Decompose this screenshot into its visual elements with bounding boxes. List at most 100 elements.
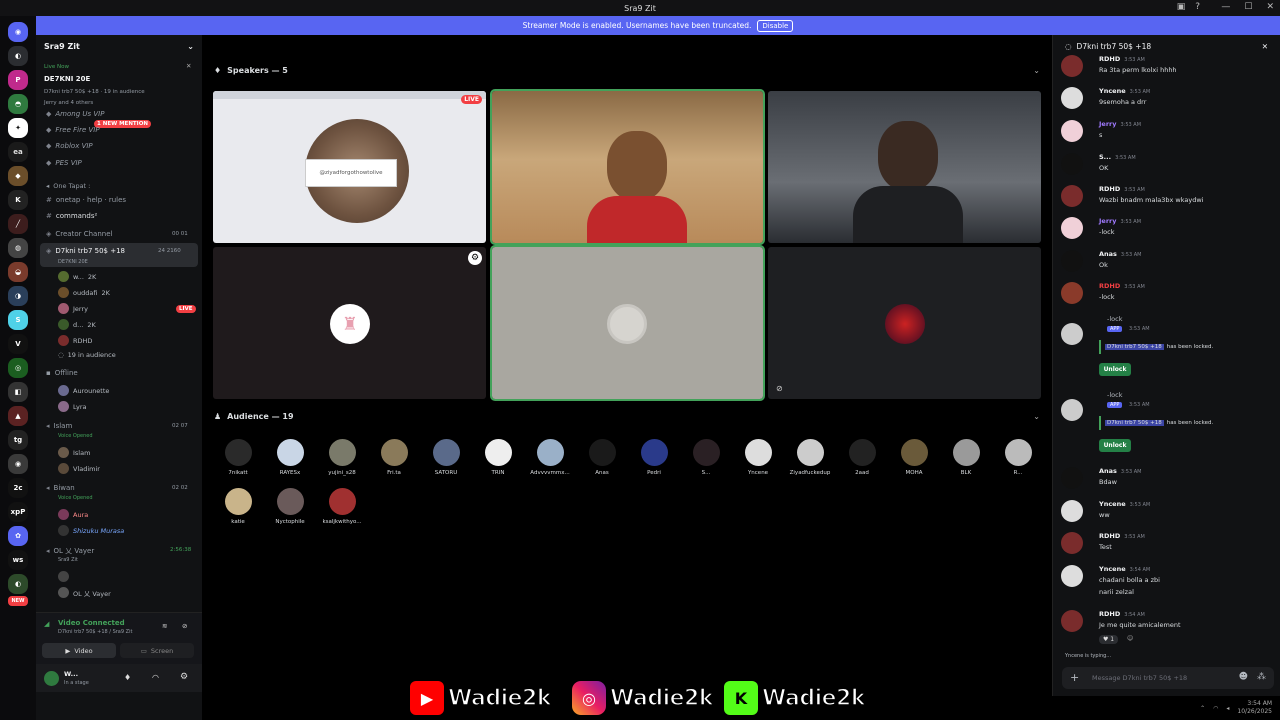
- server-icon[interactable]: ╱: [8, 214, 28, 234]
- server-badge[interactable]: ea: [8, 142, 28, 162]
- offline-user[interactable]: Lyra: [58, 401, 87, 412]
- audience-member[interactable]: yujini_s28: [317, 439, 367, 476]
- avatar[interactable]: [1061, 55, 1083, 77]
- audience-count[interactable]: ◌ 19 in audience: [58, 351, 116, 359]
- speaker-tile-avatar[interactable]: ♜ ⚙: [213, 247, 486, 399]
- video-button[interactable]: ▶ Video: [42, 643, 116, 658]
- audience-member[interactable]: Advvvvmmx...: [525, 439, 575, 476]
- audience-member[interactable]: 2aad: [837, 439, 887, 476]
- audience-member[interactable]: RAYESx: [265, 439, 315, 476]
- speakers-header[interactable]: ♦ Speakers — 5: [214, 66, 288, 75]
- audience-member[interactable]: Anas: [577, 439, 627, 476]
- avatar[interactable]: [1061, 217, 1083, 239]
- speaker-tile-camera[interactable]: [490, 89, 765, 245]
- voice-user[interactable]: Shizuku Murasa: [58, 525, 124, 536]
- add-attachment-icon[interactable]: +: [1070, 671, 1079, 684]
- minimize-icon[interactable]: —: [1221, 2, 1230, 12]
- voice-user[interactable]: OL 乂 Vayer: [58, 587, 111, 598]
- server-icon[interactable]: ◐: [8, 46, 28, 66]
- add-reaction-icon[interactable]: ☺: [1127, 635, 1133, 642]
- server-icon[interactable]: ◆: [8, 166, 28, 186]
- server-badge[interactable]: 2c: [8, 478, 28, 498]
- audience-member[interactable]: SATORU: [421, 439, 471, 476]
- channel-roblox[interactable]: ◆ Roblox VIP: [46, 142, 93, 150]
- voice-user[interactable]: Jerry: [58, 303, 88, 314]
- voice-user[interactable]: Aura: [58, 509, 88, 520]
- audience-member[interactable]: katie: [213, 488, 263, 525]
- reaction[interactable]: ♥ 1: [1099, 635, 1119, 644]
- headphones-icon[interactable]: ◠: [152, 673, 159, 682]
- server-icon[interactable]: S: [8, 310, 28, 330]
- audience-member[interactable]: Pedri: [629, 439, 679, 476]
- voice-user[interactable]: [58, 571, 69, 582]
- microphone-icon[interactable]: ♦: [124, 673, 131, 682]
- server-icon[interactable]: P: [8, 70, 28, 90]
- live-channel[interactable]: DE7KNI 20E: [44, 75, 90, 83]
- channel-freefire[interactable]: ◆ Free Fire VIP: [46, 126, 100, 134]
- server-icon[interactable]: ▲: [8, 406, 28, 426]
- server-icon[interactable]: ◐: [8, 574, 28, 594]
- voice-user[interactable]: RDHD: [58, 335, 92, 346]
- server-icon[interactable]: ✦: [8, 118, 28, 138]
- avatar[interactable]: [1061, 610, 1083, 632]
- disable-button[interactable]: Disable: [757, 19, 794, 32]
- screen-button[interactable]: ▭ Screen: [120, 643, 194, 658]
- server-badge[interactable]: ws: [8, 550, 28, 570]
- avatar[interactable]: [1061, 282, 1083, 304]
- close-icon[interactable]: ✕: [1262, 42, 1268, 51]
- emoji-icon[interactable]: ☻: [1239, 672, 1248, 682]
- avatar[interactable]: [1061, 250, 1083, 272]
- avatar[interactable]: [1061, 87, 1083, 109]
- voice-user[interactable]: w... 2K: [58, 271, 96, 282]
- audience-header[interactable]: ♟ Audience — 19: [214, 412, 294, 421]
- maximize-icon[interactable]: ☐: [1244, 2, 1252, 12]
- close-window-icon[interactable]: ✕: [1266, 2, 1274, 12]
- audience-member[interactable]: BLK: [941, 439, 991, 476]
- chevron-down-icon[interactable]: ⌄: [1033, 66, 1040, 75]
- channel-creator[interactable]: ◈ Creator Channel: [46, 230, 112, 238]
- audience-member[interactable]: 7nikatt: [213, 439, 263, 476]
- voice-user[interactable]: Islam: [58, 447, 90, 458]
- server-icon[interactable]: K: [8, 190, 28, 210]
- server-icon[interactable]: ✿: [8, 526, 28, 546]
- avatar[interactable]: [1061, 532, 1083, 554]
- avatar[interactable]: [1061, 565, 1083, 587]
- audience-member[interactable]: ksaljkwithyo...: [317, 488, 367, 525]
- speaker-tile-avatar[interactable]: ⊘: [768, 247, 1041, 399]
- avatar[interactable]: [1061, 467, 1083, 489]
- server-icon[interactable]: ◑: [8, 286, 28, 306]
- audience-member[interactable]: Nyctophile: [265, 488, 315, 525]
- settings-gear-icon[interactable]: ⚙: [468, 251, 482, 265]
- volume-icon[interactable]: ◂: [1226, 705, 1229, 712]
- inbox-icon[interactable]: ▣: [1177, 2, 1186, 12]
- mention-badge[interactable]: 1 NEW MENTION: [94, 120, 151, 128]
- speaker-tile-camera[interactable]: [768, 91, 1041, 243]
- server-icon[interactable]: V: [8, 334, 28, 354]
- avatar[interactable]: [44, 671, 59, 686]
- category-onetapt[interactable]: ◂ One Tapat :: [46, 182, 90, 190]
- server-icon[interactable]: ◉: [8, 454, 28, 474]
- avatar[interactable]: [1061, 120, 1083, 142]
- channel-pes[interactable]: ◆ PES VIP: [46, 159, 82, 167]
- server-icon[interactable]: ◧: [8, 382, 28, 402]
- help-icon[interactable]: ?: [1195, 2, 1200, 12]
- speaker-tile-avatar[interactable]: [490, 245, 765, 401]
- audience-member[interactable]: Ziyadfuckedup: [785, 439, 835, 476]
- channel-vayer[interactable]: ◂ OL 乂 Vayer: [46, 546, 94, 556]
- channel-biwan[interactable]: ◂ Biwan: [46, 484, 75, 492]
- channel-onetap[interactable]: # onetap · help · rules: [46, 196, 126, 204]
- avatar[interactable]: [1061, 153, 1083, 175]
- voice-user[interactable]: ouddafi 2K: [58, 287, 110, 298]
- clock[interactable]: 3:54 AM 10/26/2025: [1237, 700, 1272, 716]
- audience-member[interactable]: S...: [681, 439, 731, 476]
- close-icon[interactable]: ✕: [186, 62, 191, 70]
- avatar[interactable]: [1061, 500, 1083, 522]
- tray-chevron-icon[interactable]: ⌃: [1200, 705, 1205, 712]
- apps-icon[interactable]: ⁂: [1257, 672, 1266, 682]
- channel-among[interactable]: ◆ Among Us VIP: [46, 110, 104, 118]
- home-icon[interactable]: ◉: [8, 22, 28, 42]
- server-icon[interactable]: ◎: [8, 358, 28, 378]
- message-input[interactable]: + Message D7kni trb7 50$ +18 ☻ ⁂: [1062, 667, 1274, 689]
- server-header[interactable]: Sra9 Zit ⌄: [36, 35, 202, 57]
- avatar[interactable]: [1061, 185, 1083, 207]
